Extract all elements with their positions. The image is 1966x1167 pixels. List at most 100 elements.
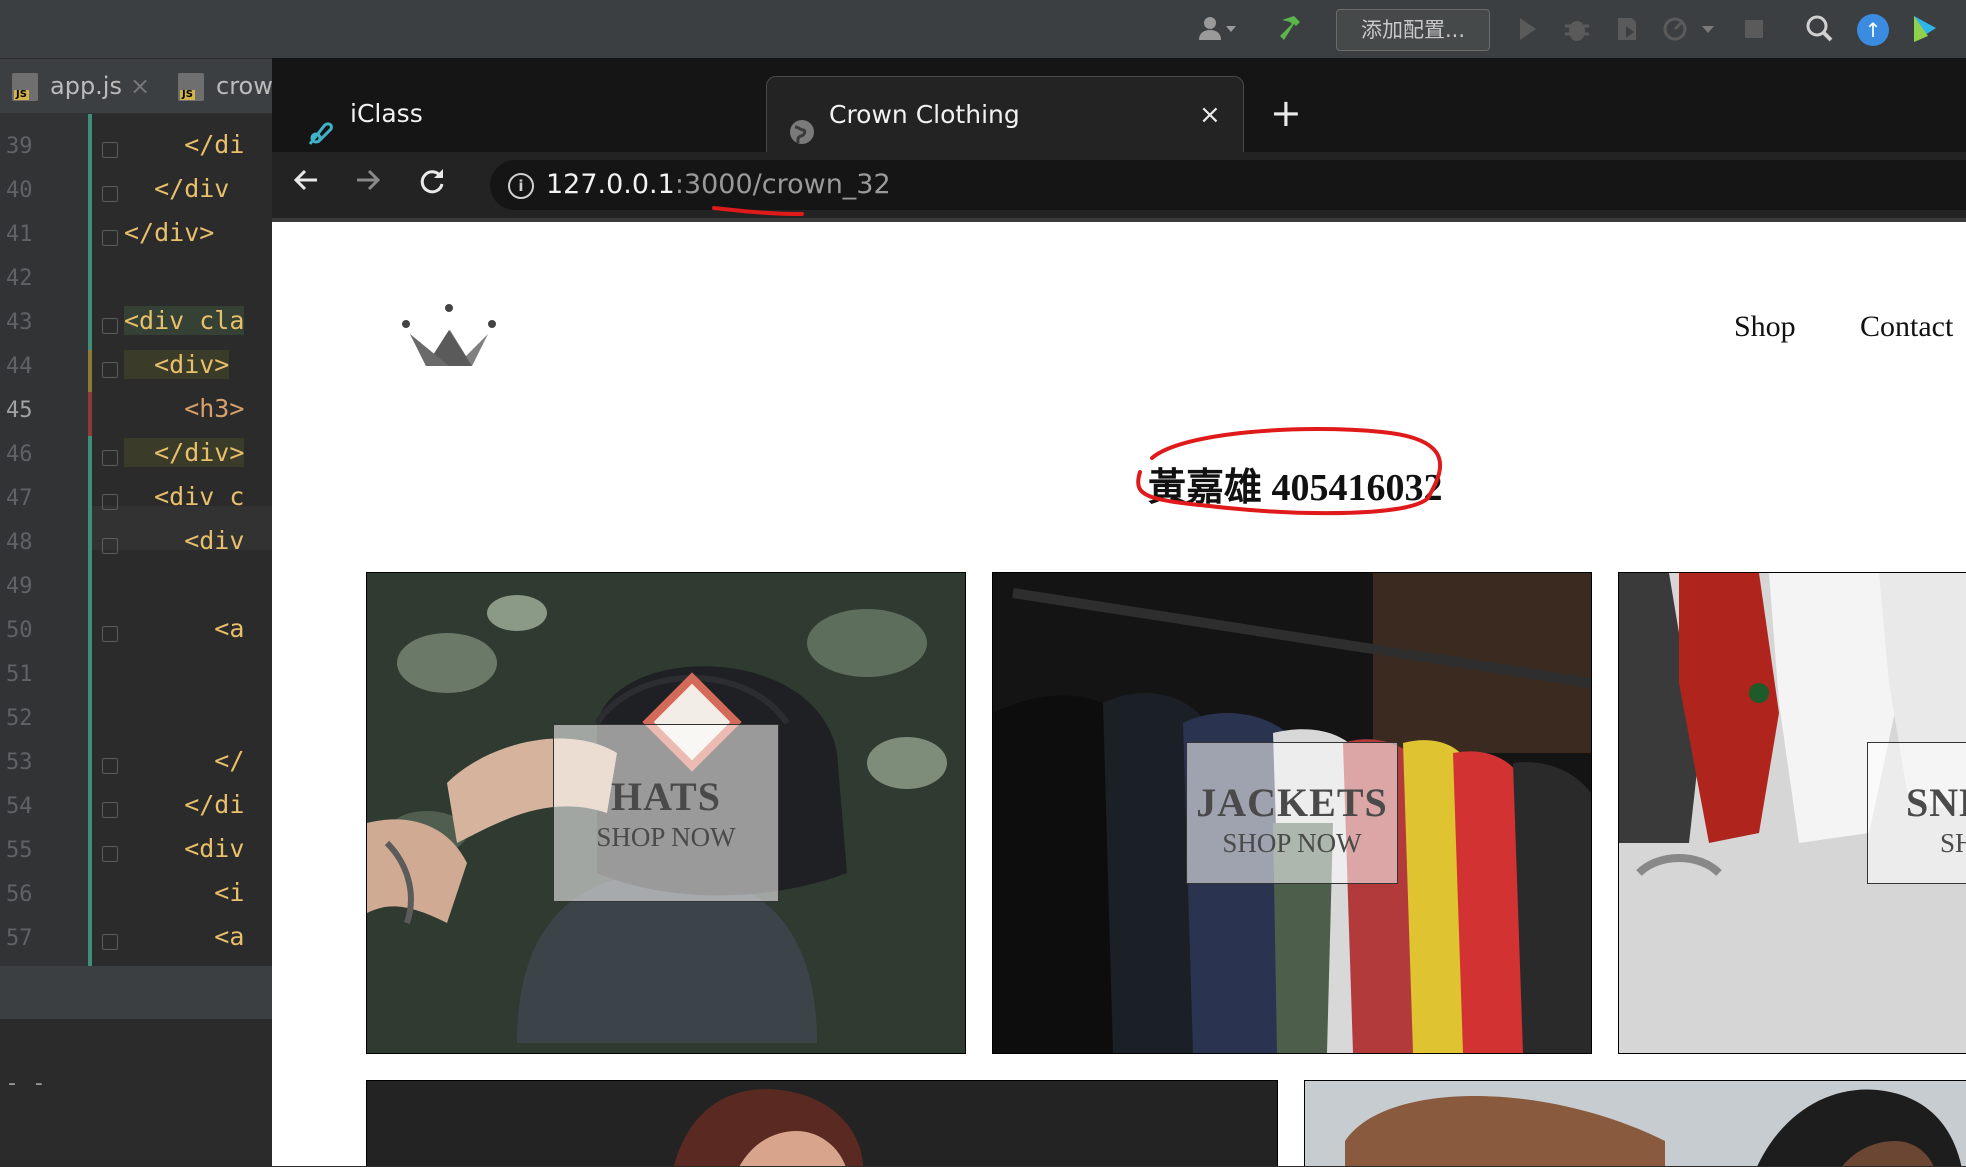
fold-marker[interactable] [102,318,118,334]
shop-now-link[interactable]: SHOP NOW [1187,828,1397,859]
line-number: 55 [6,838,33,863]
editor-tab-label: app.js [50,72,122,100]
editor-tab-close[interactable]: × [130,59,150,113]
line-number: 54 [6,794,33,819]
fold-marker[interactable] [102,538,118,554]
fold-marker[interactable] [102,450,118,466]
tile-label-box: SNEAKE SHOP NO [1867,742,1966,884]
code-line: <div c [124,482,245,511]
back-arrow-icon[interactable] [286,164,326,204]
line-number: 51 [6,662,33,687]
js-file-icon: JS [178,73,204,101]
fold-marker[interactable] [102,934,118,950]
browser-tab-title: iClass [350,99,423,128]
line-number: 57 [6,926,33,951]
add-configuration-button[interactable]: 添加配置... [1336,9,1490,51]
browser-window: iClass × Crown Clothing × + i 127.0.0.1:… [272,58,1966,1166]
editor-tab-label: crow [216,72,273,100]
category-tile-womens[interactable] [366,1080,1278,1166]
line-number: 42 [6,266,33,291]
bottom-panel-text: - - [8,1071,49,1096]
line-number: 43 [6,310,33,335]
category-tile-sneakers[interactable]: SNEAKE SHOP NO [1618,572,1966,1054]
fold-marker[interactable] [102,626,118,642]
code-line: </div> [124,438,245,467]
fold-marker[interactable] [102,846,118,862]
code-line: <div [124,834,245,863]
line-number: 52 [6,706,33,731]
fold-marker[interactable] [102,186,118,202]
tab-close-icon[interactable]: × [1199,77,1221,153]
line-number: 41 [6,222,33,247]
fold-marker[interactable] [102,142,118,158]
code-line: <a [124,922,245,951]
line-number: 48 [6,530,33,555]
red-underline-annotation [712,206,804,216]
bottom-panel-header [0,967,272,1019]
code-editor[interactable]: </di </div </div> <div cla <div> <h3> </… [92,114,272,966]
line-number: 56 [6,882,33,907]
search-icon[interactable] [1804,14,1836,44]
plugin-icon[interactable] [1908,14,1940,44]
shop-now-link[interactable]: SHOP NOW [554,822,778,853]
fold-marker[interactable] [102,494,118,510]
code-line: <div> [124,350,230,379]
code-line: </di [124,130,245,159]
coverage-icon[interactable] [1612,14,1642,44]
category-tile-hats[interactable]: HATS SHOP NOW [366,572,966,1054]
site-info-icon[interactable]: i [508,173,534,199]
code-line: <div cla [124,306,245,335]
code-line: <i [124,878,245,907]
fold-marker[interactable] [102,758,118,774]
nav-link-shop[interactable]: Shop [1734,310,1796,344]
nav-link-contact[interactable]: Contact [1860,310,1953,344]
line-number: 50 [6,618,33,643]
line-number: 39 [6,134,33,159]
browser-tab-strip: iClass × Crown Clothing × + [272,58,1966,153]
tile-title: HATS [611,774,721,819]
code-line: </di [124,790,245,819]
url-bar[interactable]: i 127.0.0.1:3000/crown_32 G [490,160,1966,216]
url-host: 127.0.0.1 [546,169,675,200]
line-number: 40 [6,178,33,203]
mens-photo [1305,1081,1966,1166]
user-icon[interactable] [1196,14,1240,44]
reload-icon[interactable] [412,164,452,204]
line-number: 44 [6,354,33,379]
code-line: </div [124,174,230,203]
category-tile-mens[interactable] [1304,1080,1966,1166]
new-tab-icon[interactable]: + [1270,88,1302,138]
crown-clothing-page: Shop Contact 黃嘉雄 405416032 HATS SHOP NOW… [272,222,1966,1166]
red-circle-annotation [1136,427,1442,516]
line-number-current: 45 [6,398,33,423]
update-icon[interactable]: ↑ [1857,14,1889,46]
debug-icon[interactable] [1562,14,1592,44]
editor-tab-bar: JS app.js × JS crow [0,59,273,114]
js-file-icon: JS [12,73,38,101]
run-icon[interactable] [1516,14,1540,44]
category-tile-jackets[interactable]: JACKETS SHOP NOW [992,572,1592,1054]
profile-icon[interactable] [1660,14,1716,44]
stop-icon[interactable] [1742,14,1766,44]
tile-title: JACKETS [1196,780,1388,825]
code-line: </div> [124,218,215,247]
browser-tab-title: Crown Clothing [829,100,1020,129]
browser-tab-crown-clothing[interactable]: Crown Clothing × [766,76,1244,153]
tile-label-box: HATS SHOP NOW [553,724,779,902]
line-number: 49 [6,574,33,599]
womens-photo [367,1081,1277,1166]
crown-logo-icon[interactable] [400,302,500,382]
url-path: :3000/crown_32 [674,169,891,200]
line-number: 53 [6,750,33,775]
shop-now-link[interactable]: SHOP NO [1868,828,1966,859]
tile-title: SNEAKE [1906,780,1966,825]
line-number-gutter: 39 40 41 42 43 44 45 46 47 48 49 50 51 5… [0,114,90,966]
hammer-icon[interactable] [1276,14,1310,44]
fold-marker[interactable] [102,802,118,818]
code-line: <a [124,614,245,643]
address-toolbar: i 127.0.0.1:3000/crown_32 G [272,152,1966,222]
code-line: <h3> [124,394,245,423]
fold-marker[interactable] [102,230,118,246]
fold-marker[interactable] [102,362,118,378]
forward-arrow-icon[interactable] [348,164,388,204]
